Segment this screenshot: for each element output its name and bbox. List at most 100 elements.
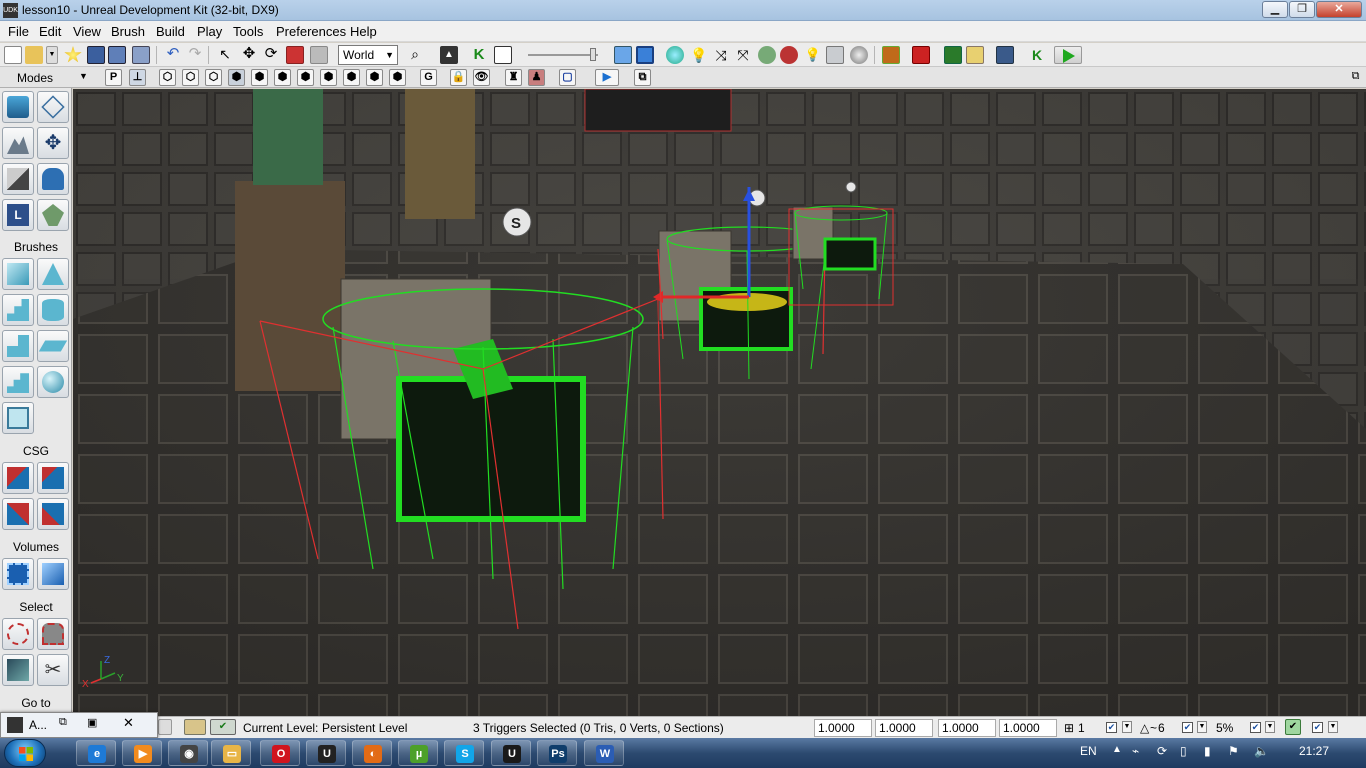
camera-mode-button[interactable]	[2, 91, 34, 123]
coordinate-system-select[interactable]: World ▼	[338, 45, 398, 65]
taskbar-app-button[interactable]: U	[491, 740, 531, 766]
mesh-paint-button[interactable]	[37, 163, 69, 195]
volume-icon[interactable]: 🔈	[1254, 744, 1269, 758]
taskbar-app-button[interactable]: ◉	[168, 740, 208, 766]
menu-edit[interactable]: Edit	[39, 24, 61, 39]
build-swarm-icon[interactable]	[780, 46, 798, 64]
undock-viewport-icon[interactable]: ⧉	[634, 69, 651, 86]
level-check-icon[interactable]: ✔	[210, 719, 236, 735]
sphere-preview-icon[interactable]	[850, 46, 868, 64]
restore-viewport-icon[interactable]: ⧉	[1347, 69, 1364, 86]
texture-mode-button[interactable]	[2, 163, 34, 195]
kismet-k-icon[interactable]: K	[1028, 46, 1046, 64]
close-icon[interactable]: ✕	[123, 715, 134, 731]
material-icon[interactable]	[826, 46, 844, 64]
minimized-window[interactable]: A... ⧉ ▣ ✕	[0, 712, 158, 738]
spiral-stairs-button[interactable]	[2, 366, 34, 398]
drag-y-field[interactable]: 1.0000	[875, 719, 933, 737]
taskbar-app-button[interactable]: W	[584, 740, 624, 766]
perspective-viewport[interactable]: S X Y Z	[73, 89, 1366, 716]
new-icon[interactable]	[4, 46, 22, 64]
drag-z-field[interactable]: 1.0000	[938, 719, 996, 737]
device-icon[interactable]: ▯	[1180, 744, 1187, 758]
lit-icon[interactable]: ⬢	[228, 69, 245, 86]
shader-complexity-icon[interactable]: ⬢	[343, 69, 360, 86]
menu-view[interactable]: View	[73, 24, 101, 39]
terrain-mode-button[interactable]	[2, 127, 34, 159]
select-inside-button[interactable]	[2, 654, 34, 686]
build-lighting-icon[interactable]: 💡	[690, 46, 708, 64]
rotation-snap-checkbox[interactable]: ✔	[1182, 722, 1193, 733]
light-build-icon[interactable]: 💡	[804, 46, 822, 64]
sync-icon[interactable]: ⟳	[1157, 744, 1167, 758]
misc-dropdown[interactable]: ▼	[1328, 721, 1338, 733]
hide-selected-button[interactable]	[37, 618, 69, 650]
favorites-icon[interactable]	[64, 46, 82, 63]
prefab-icon[interactable]	[944, 46, 962, 64]
build-cover-icon[interactable]: ⤧	[734, 46, 752, 64]
wireframe-icon[interactable]: ⬡	[159, 69, 176, 86]
menu-tools[interactable]: Tools	[233, 24, 263, 39]
maximize-viewport-icon[interactable]: ⊥	[129, 69, 146, 86]
kismet-icon[interactable]: ▲	[440, 46, 458, 64]
drag-grid-icon[interactable]	[636, 46, 654, 64]
menu-help[interactable]: Help	[350, 24, 377, 39]
save-icon[interactable]	[87, 46, 105, 64]
stairs-brush-button[interactable]	[2, 294, 34, 326]
camera-speed-slider[interactable]	[528, 48, 598, 61]
start-button[interactable]	[4, 739, 46, 767]
sheet-brush-button[interactable]	[37, 330, 69, 362]
autosave-icon[interactable]: ✔	[1285, 719, 1301, 735]
clock[interactable]: 21:27	[1299, 744, 1329, 758]
nonuniform-scale-icon[interactable]	[310, 46, 328, 64]
lock-icon[interactable]: 🔒	[450, 69, 467, 86]
play-in-editor-button[interactable]	[1054, 46, 1082, 64]
play-in-viewport-icon[interactable]: ▶	[595, 69, 619, 86]
build-geometry-icon[interactable]	[666, 46, 684, 64]
cube-brush-button[interactable]	[2, 258, 34, 290]
lighting-only-icon[interactable]: ⬢	[274, 69, 291, 86]
content-browser-icon[interactable]: K	[470, 46, 488, 64]
taskbar-app-button[interactable]: µ	[398, 740, 438, 766]
maximize-icon[interactable]: ▣	[87, 716, 97, 729]
scale-dropdown[interactable]: ▼	[1265, 721, 1275, 733]
grid-snap-checkbox[interactable]: ✔	[1106, 722, 1117, 733]
frame-icon[interactable]: ▢	[559, 69, 576, 86]
realtime-preview-icon[interactable]	[614, 46, 632, 64]
save-all-icon[interactable]	[108, 46, 126, 64]
show-hidden-icons[interactable]: ▲	[1112, 744, 1122, 755]
light-bulb-icon[interactable]	[845, 181, 857, 193]
brush-wireframe-icon[interactable]: ⬡	[182, 69, 199, 86]
sphere-brush-button[interactable]	[37, 366, 69, 398]
search-icon[interactable]: ⌕	[406, 46, 424, 64]
build-all-icon[interactable]	[758, 46, 776, 64]
taskbar-app-button[interactable]: O	[260, 740, 300, 766]
taskbar-app-button[interactable]: S	[444, 740, 484, 766]
undo-icon[interactable]: ↶	[164, 46, 182, 64]
grid-dropdown[interactable]: ▼	[1122, 721, 1132, 733]
taskbar-app-button[interactable]: ◐	[352, 740, 392, 766]
rotate-icon[interactable]: ⟳	[262, 46, 280, 64]
slider-thumb[interactable]	[590, 48, 596, 61]
open-dropdown-icon[interactable]: ▼	[46, 46, 58, 64]
linear-stairs-button[interactable]	[2, 330, 34, 362]
show-flags-icon[interactable]: 👁	[473, 69, 490, 86]
csg-add-button[interactable]	[2, 462, 34, 494]
detail-lighting-icon[interactable]: ⬢	[251, 69, 268, 86]
csg-subtract-button[interactable]	[37, 462, 69, 494]
reflections-icon[interactable]: ⬢	[389, 69, 406, 86]
build-paths-icon[interactable]: ⤨	[712, 46, 730, 64]
volume-list-button[interactable]	[37, 558, 69, 590]
texture-density-icon[interactable]: ⬢	[320, 69, 337, 86]
csg-deintersect-button[interactable]	[37, 498, 69, 530]
lightmap-density-icon[interactable]: ⬢	[366, 69, 383, 86]
menu-file[interactable]: File	[8, 24, 29, 39]
menu-preferences[interactable]: Preferences	[276, 24, 346, 39]
maximize-button[interactable]: ❐	[1289, 1, 1315, 18]
menu-build[interactable]: Build	[156, 24, 185, 39]
chevron-down-icon[interactable]: ▼	[79, 71, 88, 81]
taskbar-app-button[interactable]: ▶	[122, 740, 162, 766]
camera-icon[interactable]: ♜	[505, 69, 522, 86]
csg-intersect-button[interactable]	[2, 498, 34, 530]
language-indicator[interactable]: EN	[1080, 744, 1097, 758]
